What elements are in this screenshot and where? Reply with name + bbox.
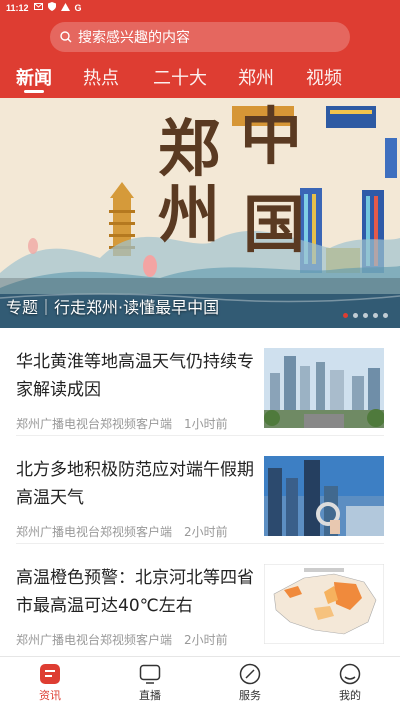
news-item[interactable]: 北方多地积极防范应对端午假期高温天气 郑州广播电视台郑视频客户端 2小时前: [16, 436, 384, 544]
news-title: 高温橙色预警：北京河北等四省市最高温可达40℃左右: [16, 568, 254, 616]
tab-twentieth-congress[interactable]: 二十大: [153, 64, 207, 90]
tab-video[interactable]: 视频: [306, 64, 342, 90]
compass-icon: [239, 663, 261, 685]
news-item[interactable]: 华北黄淮等地高温天气仍持续专家解读成因 郑州广播电视台郑视频客户端 1小时前: [16, 328, 384, 436]
banner-carousel[interactable]: 郑 州 中 国 专题｜行走郑州·读懂最早中国: [0, 98, 400, 328]
google-icon: G: [74, 2, 82, 13]
carousel-dot-active: [343, 313, 348, 318]
search-placeholder: 搜索感兴趣的内容: [78, 30, 190, 46]
news-icon: [40, 664, 60, 684]
banner-caption: 专题｜行走郑州·读懂最早中国: [6, 298, 220, 317]
tv-icon: [139, 664, 161, 684]
shield-icon: [47, 2, 56, 14]
nav-live-label: 直播: [139, 689, 161, 702]
search-input[interactable]: 搜索感兴趣的内容: [50, 22, 350, 52]
news-title: 北方多地积极防范应对端午假期高温天气: [16, 460, 254, 508]
tab-news[interactable]: 新闻: [16, 64, 52, 90]
nav-profile-label: 我的: [339, 689, 361, 702]
nav-profile[interactable]: 我的: [320, 663, 380, 703]
warning-icon: [60, 2, 70, 14]
svg-text:国: 国: [243, 188, 305, 261]
news-thumbnail[interactable]: [264, 456, 384, 536]
news-thumbnail[interactable]: [264, 348, 384, 428]
header: 搜索感兴趣的内容 新闻 热点 二十大 郑州 视频: [0, 16, 400, 98]
nav-news-label: 资讯: [39, 689, 61, 702]
news-source: 郑州广播电视台郑视频客户端: [16, 417, 173, 431]
carousel-dot: [373, 313, 378, 318]
status-time: 11:12: [6, 3, 29, 13]
search-icon: [60, 31, 72, 43]
active-tab-indicator: [24, 90, 44, 93]
news-meta: 郑州广播电视台郑视频客户端 2小时前: [16, 631, 228, 648]
carousel-dot: [353, 313, 358, 318]
news-source: 郑州广播电视台郑视频客户端: [16, 525, 173, 539]
news-thumbnail[interactable]: [264, 564, 384, 644]
nav-news[interactable]: 资讯: [20, 663, 80, 703]
nav-live[interactable]: 直播: [120, 663, 180, 703]
category-tabs: 新闻 热点 二十大 郑州 视频: [0, 62, 400, 98]
news-item[interactable]: 高温橙色预警：北京河北等四省市最高温可达40℃左右 郑州广播电视台郑视频客户端 2…: [16, 544, 384, 652]
carousel-dot: [383, 313, 388, 318]
nav-service-label: 服务: [239, 689, 261, 702]
news-title: 华北黄淮等地高温天气仍持续专家解读成因: [16, 352, 254, 400]
carousel-dot: [363, 313, 368, 318]
news-time: 2小时前: [184, 525, 228, 539]
news-source: 郑州广播电视台郑视频客户端: [16, 633, 173, 647]
news-meta: 郑州广播电视台郑视频客户端 1小时前: [16, 415, 228, 432]
svg-text:中: 中: [240, 100, 302, 173]
news-meta: 郑州广播电视台郑视频客户端 2小时前: [16, 523, 228, 540]
bottom-navigation: 资讯 直播 服务 我的: [0, 656, 400, 711]
carousel-indicator: [343, 313, 388, 318]
status-bar: 11:12 G: [0, 0, 400, 16]
nav-service[interactable]: 服务: [220, 663, 280, 703]
news-time: 1小时前: [184, 417, 228, 431]
mail-icon: [33, 3, 43, 13]
news-time: 2小时前: [184, 633, 228, 647]
svg-text:郑: 郑: [158, 112, 220, 185]
tab-zhengzhou[interactable]: 郑州: [238, 64, 274, 90]
profile-icon: [339, 663, 361, 685]
tab-hot[interactable]: 热点: [83, 64, 119, 90]
svg-text:州: 州: [158, 178, 220, 251]
